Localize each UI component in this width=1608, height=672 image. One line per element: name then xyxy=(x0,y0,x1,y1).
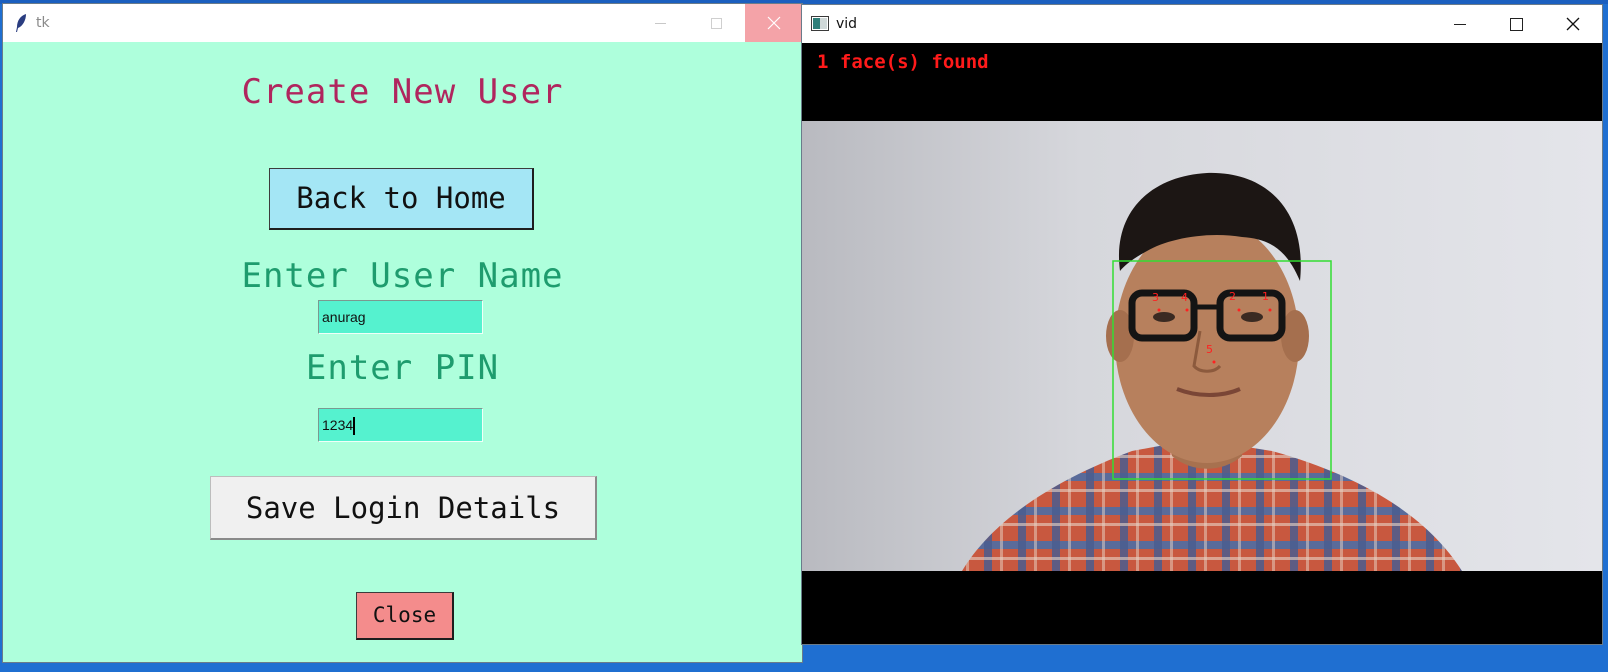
maximize-button[interactable] xyxy=(689,4,745,42)
minimize-icon xyxy=(655,23,666,24)
username-input[interactable]: anurag xyxy=(318,300,483,334)
minimize-button[interactable] xyxy=(633,4,689,42)
landmark-label: 5 xyxy=(1206,343,1213,356)
close-icon xyxy=(1566,17,1580,31)
username-value: anurag xyxy=(322,309,366,325)
landmark-label: 4 xyxy=(1181,291,1188,304)
title-bar[interactable]: vid xyxy=(802,5,1602,43)
window-close-button[interactable] xyxy=(745,4,802,42)
maximize-icon xyxy=(1510,18,1523,31)
minimize-button[interactable] xyxy=(1432,5,1488,43)
pin-label: Enter PIN xyxy=(305,348,500,388)
back-to-home-button[interactable]: Back to Home xyxy=(269,168,534,230)
webcam-frame: 3 4 2 1 5 xyxy=(802,121,1602,571)
landmark-label: 2 xyxy=(1229,290,1236,303)
title-bar[interactable]: tk xyxy=(3,4,802,42)
feather-icon xyxy=(16,14,26,32)
face-count-overlay: 1 face(s) found xyxy=(817,51,989,73)
video-canvas: 1 face(s) found 3 4 2 1 5 xyxy=(802,43,1602,644)
username-label: Enter User Name xyxy=(241,256,564,296)
app-icon xyxy=(811,16,829,31)
window-close-button[interactable] xyxy=(1544,5,1602,43)
pin-value: 1234 xyxy=(322,417,354,433)
save-login-details-button[interactable]: Save Login Details xyxy=(210,476,597,540)
close-button[interactable]: Close xyxy=(356,592,454,640)
text-cursor xyxy=(353,417,356,436)
landmark-label: 3 xyxy=(1152,291,1159,304)
page-title: Create New User xyxy=(241,72,564,112)
create-user-window: tk Create New User Back to Home Enter Us… xyxy=(2,3,803,663)
minimize-icon xyxy=(1454,24,1466,25)
close-icon xyxy=(767,16,781,30)
landmark-label: 1 xyxy=(1262,290,1269,303)
video-window: vid 1 face(s) found 3 4 2 1 5 xyxy=(801,4,1603,645)
window-title: tk xyxy=(36,15,50,31)
maximize-icon xyxy=(711,18,722,29)
maximize-button[interactable] xyxy=(1488,5,1544,43)
form-area: Create New User Back to Home Enter User … xyxy=(3,42,802,662)
window-title: vid xyxy=(836,16,858,32)
pin-input[interactable]: 1234 xyxy=(318,408,483,442)
